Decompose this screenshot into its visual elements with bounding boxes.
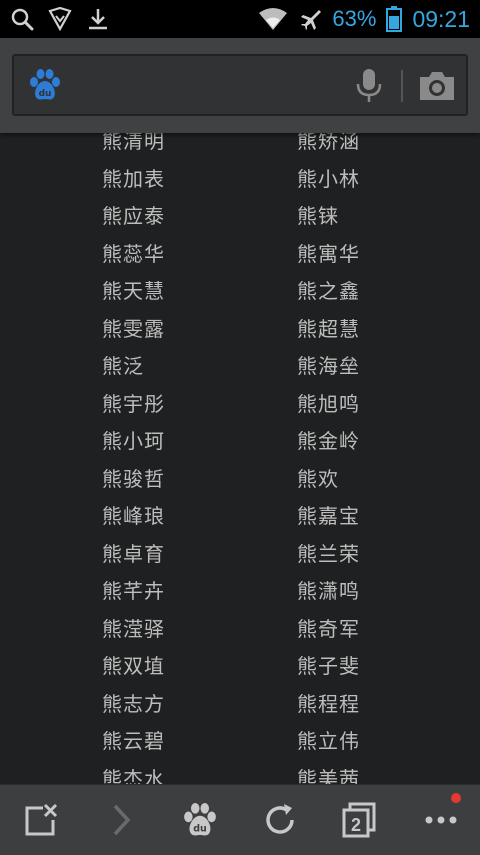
baidu-logo[interactable]: du xyxy=(28,68,62,102)
list-row: 熊云碧 熊立伟 xyxy=(0,723,480,760)
download-icon xyxy=(86,7,110,31)
list-row: 熊志方 熊程程 xyxy=(0,686,480,723)
list-item[interactable]: 熊应泰 xyxy=(102,198,165,235)
list-item[interactable]: 熊寓华 xyxy=(297,236,360,273)
list-item[interactable]: 熊雯露 xyxy=(102,311,165,348)
list-row: 熊杰水 熊美茜 xyxy=(0,761,480,784)
forward-icon[interactable] xyxy=(96,797,146,843)
search-header: du xyxy=(0,38,480,133)
list-item[interactable]: 熊兰荣 xyxy=(297,536,360,573)
battery-percent: 63% xyxy=(332,6,377,31)
list-item[interactable]: 熊蕊华 xyxy=(102,236,165,273)
battery-icon xyxy=(386,6,403,32)
list-item[interactable]: 熊嘉宝 xyxy=(297,498,360,535)
list-item[interactable]: 熊滢驿 xyxy=(102,611,165,648)
list-item[interactable]: 熊程程 xyxy=(297,686,360,723)
search-input[interactable]: du xyxy=(12,54,468,116)
search-divider xyxy=(401,70,403,102)
list-item[interactable]: 熊小珂 xyxy=(102,423,165,460)
bottom-toolbar: du 2 xyxy=(0,784,480,855)
shield-icon xyxy=(48,7,72,31)
tab-count: 2 xyxy=(351,815,361,835)
notification-dot xyxy=(451,793,461,803)
list-item[interactable]: 熊泛 xyxy=(102,348,144,385)
list-item[interactable]: 熊潇鸣 xyxy=(297,573,360,610)
list-item[interactable]: 熊之鑫 xyxy=(297,273,360,310)
list-item[interactable]: 熊奇军 xyxy=(297,611,360,648)
baidu-home-icon[interactable]: du xyxy=(175,797,225,843)
list-row: 熊应泰 熊铼 xyxy=(0,198,480,235)
list-item[interactable]: 熊旭鸣 xyxy=(297,386,360,423)
list-row: 熊雯露 熊超慧 xyxy=(0,311,480,348)
home-logo-text: du xyxy=(193,824,207,835)
list-row: 熊骏哲 熊欢 xyxy=(0,461,480,498)
wifi-icon xyxy=(258,7,288,31)
refresh-icon[interactable] xyxy=(255,797,305,843)
tabs-icon[interactable]: 2 xyxy=(334,797,384,843)
name-list[interactable]: 熊清明 熊矫涵 熊加表 熊小林 熊应泰 熊铼 熊蕊华 熊寓华 熊天慧 熊之鑫 熊雯露 熊超慧… xyxy=(0,123,480,784)
list-item[interactable]: 熊加表 xyxy=(102,161,165,198)
list-item[interactable]: 熊子斐 xyxy=(297,648,360,685)
list-row: 熊峰琅 熊嘉宝 xyxy=(0,498,480,535)
list-item[interactable]: 熊云碧 xyxy=(102,723,165,760)
microphone-icon[interactable] xyxy=(354,68,384,104)
list-item[interactable]: 熊欢 xyxy=(297,461,339,498)
list-row: 熊宇彤 熊旭鸣 xyxy=(0,386,480,423)
list-row: 熊芊卉 熊潇鸣 xyxy=(0,573,480,610)
list-item[interactable]: 熊宇彤 xyxy=(102,386,165,423)
list-item[interactable]: 熊立伟 xyxy=(297,723,360,760)
list-item[interactable]: 熊海垒 xyxy=(297,348,360,385)
list-item[interactable]: 熊芊卉 xyxy=(102,573,165,610)
status-bar: 63% 09:21 xyxy=(0,0,480,38)
list-item[interactable]: 熊超慧 xyxy=(297,311,360,348)
list-item[interactable]: 熊美茜 xyxy=(297,761,360,784)
list-row: 熊滢驿 熊奇军 xyxy=(0,611,480,648)
list-row: 熊天慧 熊之鑫 xyxy=(0,273,480,310)
list-row: 熊蕊华 熊寓华 xyxy=(0,236,480,273)
list-row: 熊泛 熊海垒 xyxy=(0,348,480,385)
list-item[interactable]: 熊志方 xyxy=(102,686,165,723)
list-item[interactable]: 熊天慧 xyxy=(102,273,165,310)
baidu-logo-text: du xyxy=(39,89,52,99)
list-item[interactable]: 熊金岭 xyxy=(297,423,360,460)
list-row: 熊双埴 熊子斐 xyxy=(0,648,480,685)
list-item[interactable]: 熊杰水 xyxy=(102,761,165,784)
airplane-icon xyxy=(298,7,322,31)
list-item[interactable]: 熊骏哲 xyxy=(102,461,165,498)
search-icon xyxy=(10,7,34,31)
close-tab-icon[interactable] xyxy=(16,797,66,843)
list-row: 熊小珂 熊金岭 xyxy=(0,423,480,460)
list-row: 熊卓育 熊兰荣 xyxy=(0,536,480,573)
more-icon[interactable] xyxy=(416,797,466,843)
list-item[interactable]: 熊小林 xyxy=(297,161,360,198)
list-item[interactable]: 熊卓育 xyxy=(102,536,165,573)
list-item[interactable]: 熊铼 xyxy=(297,198,339,235)
clock: 09:21 xyxy=(412,5,470,32)
list-item[interactable]: 熊峰琅 xyxy=(102,498,165,535)
camera-icon[interactable] xyxy=(418,70,456,102)
list-row: 熊加表 熊小林 xyxy=(0,161,480,198)
list-item[interactable]: 熊双埴 xyxy=(102,648,165,685)
